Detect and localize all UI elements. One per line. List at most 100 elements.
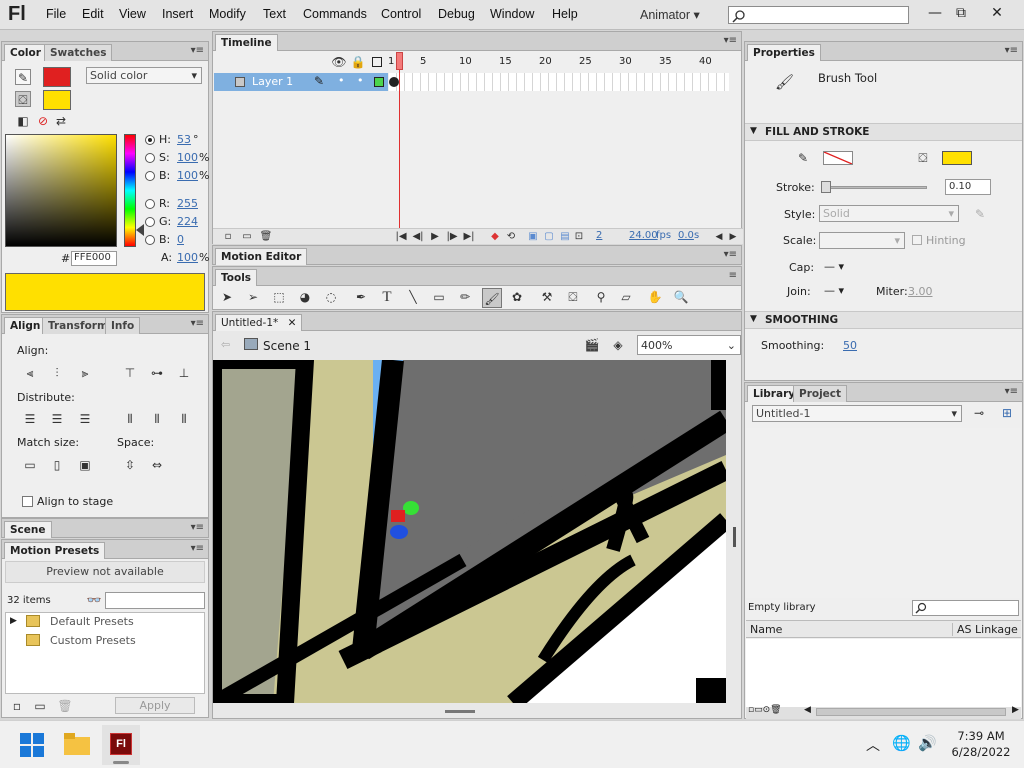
3d-rotation-tool-icon[interactable]: ◕ — [297, 289, 313, 305]
smoothing-value[interactable]: 50 — [843, 339, 857, 352]
rectangle-tool-icon[interactable]: ▭ — [431, 289, 447, 305]
menu-control[interactable]: Control — [381, 7, 421, 21]
modify-markers-icon[interactable]: ⊡ — [571, 229, 587, 245]
frame-track[interactable] — [389, 73, 729, 91]
menu-file[interactable]: File — [46, 7, 66, 21]
match-height-icon[interactable]: ▯ — [49, 457, 65, 473]
panel-menu-icon[interactable]: ▾≡ — [724, 35, 737, 46]
tab-tools[interactable]: Tools — [215, 269, 258, 286]
layer-row[interactable]: Layer 1 ✎ • • — [214, 73, 388, 91]
new-library-panel-icon[interactable]: ⊞ — [999, 405, 1015, 421]
hex-input[interactable]: FFE000 — [71, 251, 117, 266]
panel-menu-icon[interactable]: ▾≡ — [1005, 386, 1018, 397]
panel-menu-icon[interactable]: ▾≡ — [191, 543, 204, 554]
deco-tool-icon[interactable]: ✿ — [509, 289, 525, 305]
match-both-icon[interactable]: ▣ — [77, 457, 93, 473]
hand-tool-icon[interactable]: ✋ — [647, 289, 663, 305]
menu-text[interactable]: Text — [263, 7, 286, 21]
align-bottom-icon[interactable]: ⊥ — [176, 365, 192, 381]
lock-dot[interactable]: • — [357, 74, 364, 87]
miter-value[interactable]: 3.00 — [908, 285, 933, 298]
library-new-symbol-icon[interactable]: ▫▭⊙🗑 — [748, 705, 782, 715]
tab-motion-editor[interactable]: Motion Editor — [215, 248, 308, 265]
space-vertical-icon[interactable]: ⇳ — [122, 457, 138, 473]
clock-date[interactable]: 6/28/2022 — [948, 745, 1014, 759]
line-tool-icon[interactable]: ╲ — [405, 289, 421, 305]
breadcrumb-scene[interactable]: Scene 1 — [263, 339, 311, 353]
hue-slider-handle[interactable] — [136, 224, 144, 236]
stroke-slider-handle[interactable] — [821, 181, 831, 193]
stroke-slider[interactable] — [821, 186, 927, 189]
chevron-up-icon[interactable]: ︿ — [866, 735, 880, 755]
distribute-vcenter-icon[interactable]: ☰ — [49, 411, 65, 427]
visibility-dot[interactable]: • — [338, 74, 345, 87]
stroke-color-swatch[interactable] — [823, 151, 853, 165]
new-preset-icon[interactable]: ▫ — [9, 698, 25, 714]
step-forward-icon[interactable]: |▶ — [444, 229, 460, 245]
hue-slider[interactable] — [124, 134, 136, 247]
red-value[interactable]: 255 — [177, 197, 198, 210]
blue-radio[interactable] — [145, 235, 155, 245]
list-item[interactable]: Custom Presets — [50, 634, 136, 647]
eyedropper-tool-icon[interactable]: ⚲ — [593, 289, 609, 305]
align-vcenter-icon[interactable]: ⊶ — [149, 365, 165, 381]
lasso-tool-icon[interactable]: ◌ — [323, 289, 339, 305]
tab-document[interactable]: Untitled-1* ✕ — [215, 314, 303, 331]
library-search-input[interactable] — [912, 600, 1019, 616]
menu-edit[interactable]: Edit — [82, 7, 104, 21]
go-last-frame-icon[interactable]: ▶| — [461, 229, 477, 245]
windows-start-icon[interactable] — [20, 733, 44, 757]
pin-library-icon[interactable]: ⊸ — [971, 405, 987, 421]
menu-view[interactable]: View — [119, 7, 146, 21]
current-frame[interactable]: 2 — [596, 230, 602, 241]
pen-tool-icon[interactable]: ✒ — [353, 289, 369, 305]
layer-name[interactable]: Layer 1 — [252, 75, 293, 88]
search-input[interactable] — [728, 6, 909, 24]
expand-arrow-icon[interactable]: ▶ — [10, 616, 17, 626]
vertical-scroll-handle[interactable] — [733, 527, 736, 547]
tab-transform[interactable]: Transform — [42, 317, 114, 334]
go-first-frame-icon[interactable]: |◀ — [393, 229, 409, 245]
fill-color-swatch[interactable] — [942, 151, 972, 165]
library-document-select[interactable]: Untitled-1 ▾ — [752, 405, 962, 422]
menu-commands[interactable]: Commands — [303, 7, 367, 21]
library-hscrollbar[interactable] — [816, 708, 1006, 716]
brightness-value[interactable]: 100 — [177, 169, 198, 182]
align-left-icon[interactable]: ⫷ — [22, 365, 38, 381]
panel-menu-icon[interactable]: ▾≡ — [724, 249, 737, 260]
edit-symbols-icon[interactable]: ◈ — [610, 337, 626, 353]
scroll-left-icon[interactable]: ◀ — [804, 705, 811, 715]
align-hcenter-icon[interactable]: ⫶ — [49, 365, 65, 381]
stroke-width-input[interactable]: 0.10 — [945, 179, 991, 195]
onion-skin-icon[interactable]: ▣ — [525, 229, 541, 245]
tab-project[interactable]: Project — [793, 385, 848, 402]
elapsed-time[interactable]: 0.0 — [678, 230, 694, 241]
collapse-arrow-icon[interactable]: ▼ — [750, 126, 757, 136]
blue-value[interactable]: 0 — [177, 233, 184, 246]
playhead-handle[interactable] — [396, 52, 403, 70]
stroke-color-swatch[interactable] — [43, 67, 71, 87]
tab-color[interactable]: Color — [4, 44, 47, 61]
red-radio[interactable] — [145, 199, 155, 209]
center-frame-icon[interactable]: ◆ — [487, 229, 503, 245]
menu-modify[interactable]: Modify — [209, 7, 246, 21]
green-radio[interactable] — [145, 217, 155, 227]
subselection-tool-icon[interactable]: ➢ — [245, 289, 261, 305]
new-folder-icon[interactable]: ▭ — [239, 229, 255, 245]
play-icon[interactable]: ▶ — [427, 229, 443, 245]
onion-outline-icon[interactable]: ▢ — [541, 229, 557, 245]
tab-scene[interactable]: Scene — [4, 521, 52, 538]
edit-scene-icon[interactable]: 🎬 — [584, 337, 600, 353]
horizontal-scroll-handle[interactable] — [445, 710, 475, 713]
smoothing-section[interactable]: ▼ SMOOTHING — [745, 311, 1022, 329]
tab-motion-presets[interactable]: Motion Presets — [4, 542, 106, 559]
bone-tool-icon[interactable]: ⚒ — [539, 289, 555, 305]
collapse-arrow-icon[interactable]: ▼ — [750, 314, 757, 324]
panel-menu-icon[interactable]: ▾≡ — [191, 45, 204, 56]
tab-properties[interactable]: Properties — [747, 44, 821, 61]
distribute-top-icon[interactable]: ☰ — [22, 411, 38, 427]
close-window-button[interactable]: ✕ — [982, 2, 1012, 24]
match-width-icon[interactable]: ▭ — [22, 457, 38, 473]
outline-icon[interactable] — [372, 57, 382, 67]
stroke-color-icon[interactable]: ✎ — [15, 69, 31, 85]
